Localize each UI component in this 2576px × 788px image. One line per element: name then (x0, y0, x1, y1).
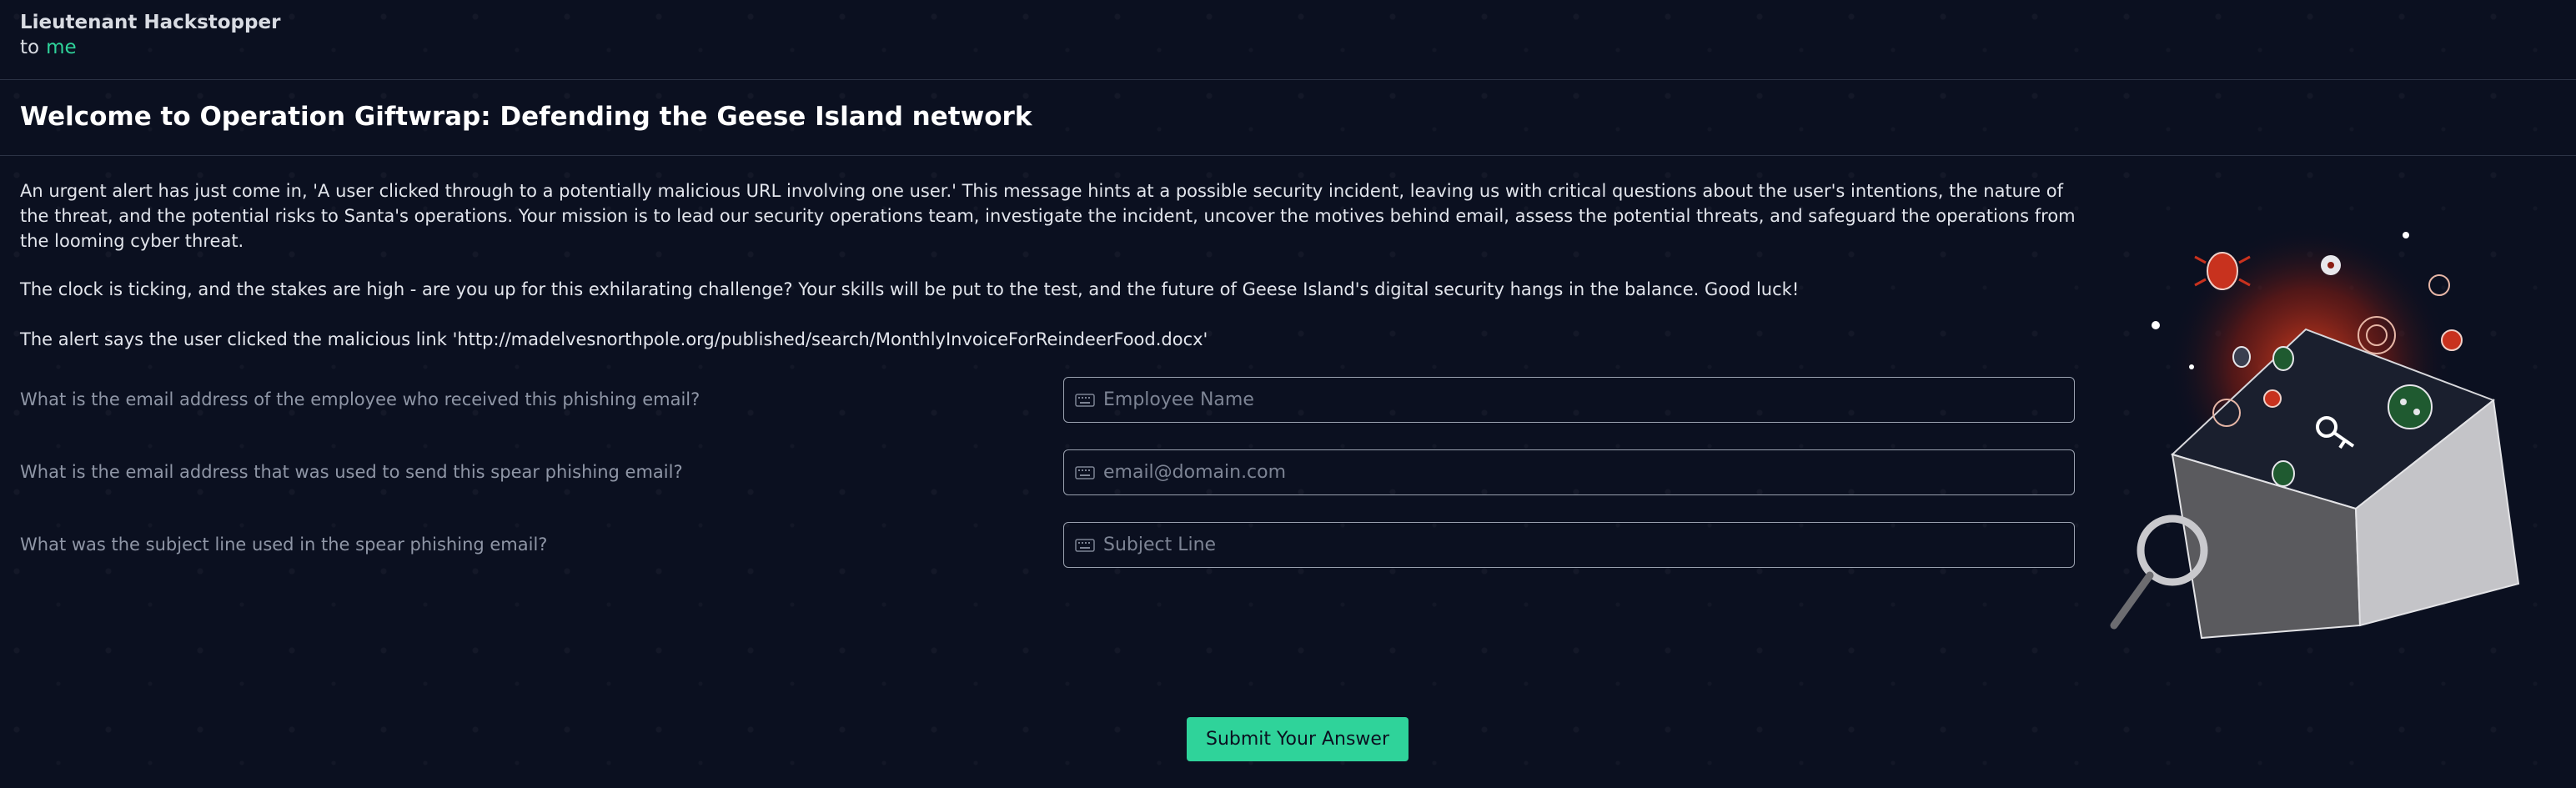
sparkle-icon (2189, 364, 2194, 369)
alert-paragraph: The alert says the user clicked the mali… (20, 329, 1208, 349)
to-label: to (20, 37, 40, 58)
keyboard-icon (1075, 538, 1095, 552)
title-divider (0, 155, 2576, 156)
virus-icon (2321, 255, 2341, 275)
question-subject-line: What was the subject line used in the sp… (20, 535, 548, 555)
question-sender-email: What is the email address that was used … (20, 462, 683, 482)
green-bug-icon (2272, 346, 2294, 371)
header-divider (0, 79, 2576, 80)
green-bug-icon (2272, 460, 2295, 487)
bug-icon (2232, 346, 2251, 368)
sender-email-field[interactable] (1063, 449, 2075, 495)
email-subject-title: Welcome to Operation Giftwrap: Defending… (20, 102, 1032, 132)
subject-line-input[interactable] (1103, 523, 2074, 567)
sparkle-icon (2403, 232, 2409, 238)
recipient-line: to me (20, 37, 280, 58)
envelope-illustration (2110, 225, 2520, 640)
email-header: Lieutenant Hackstopper to me (20, 12, 280, 58)
subject-line-field[interactable] (1063, 522, 2075, 568)
recipient-name: me (46, 37, 77, 58)
sender-name: Lieutenant Hackstopper (20, 12, 281, 33)
question-recipient-email: What is the email address of the employe… (20, 389, 700, 409)
recipient-email-input[interactable] (1103, 378, 2074, 422)
sparkle-icon (2152, 321, 2160, 329)
green-virus-icon (2388, 384, 2433, 429)
sender-email-input[interactable] (1103, 450, 2074, 494)
recipient-email-field[interactable] (1063, 377, 2075, 423)
keyboard-icon (1075, 393, 1095, 407)
email-view: Lieutenant Hackstopper to me Welcome to O… (0, 0, 2576, 788)
virus-icon (2263, 389, 2282, 408)
submit-answer-button[interactable]: Submit Your Answer (1187, 717, 1409, 761)
virus-icon (2441, 329, 2463, 351)
challenge-paragraph: The clock is ticking, and the stakes are… (20, 279, 1800, 299)
keyboard-icon (1075, 465, 1095, 479)
intro-paragraph: An urgent alert has just come in, 'A use… (20, 181, 2076, 251)
